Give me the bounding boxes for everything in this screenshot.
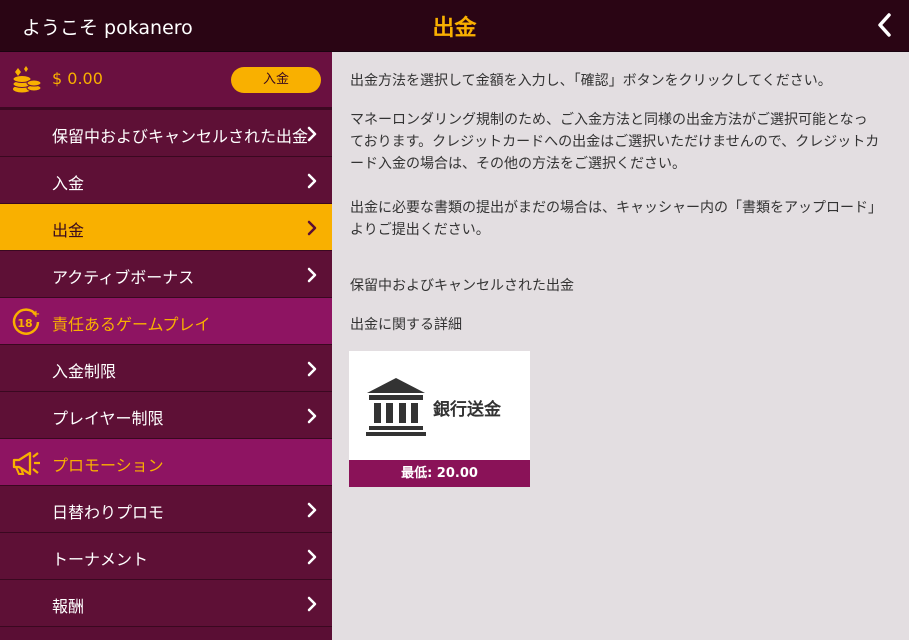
chevron-right-icon: [307, 267, 317, 283]
top-bar: ようこそ pokanero 出金: [0, 0, 909, 52]
sidebar-item-label: 入金制限: [52, 362, 117, 381]
sidebar-item-label: 報酬: [52, 597, 85, 616]
docs-notice: 出金に必要な書類の提出がまだの場合は、キャッシャー内の「書類をアップロード」より…: [350, 200, 875, 238]
svg-text:18: 18: [17, 317, 32, 330]
section-responsible-gaming: 18 + 責任あるゲームプレイ: [0, 298, 332, 345]
balance-row: $ 0.00 入金: [0, 52, 332, 110]
bank-icon: [366, 378, 426, 436]
svg-text:+: +: [32, 309, 40, 320]
sidebar-item-label: 日替わりプロモ: [52, 503, 165, 522]
chevron-right-icon: [307, 596, 317, 612]
sidebar-item-daily-promo[interactable]: 日替わりプロモ: [0, 486, 332, 533]
chevron-right-icon: [307, 173, 317, 189]
chevron-right-icon: [307, 502, 317, 518]
sidebar-item-player-limits[interactable]: プレイヤー制限: [0, 392, 332, 439]
chevron-right-icon: [307, 549, 317, 565]
payment-method-bank-transfer[interactable]: 銀行送金 最低: 20.00: [349, 351, 530, 487]
chevron-right-icon: [307, 361, 317, 377]
pending-withdrawals-link[interactable]: 保留中およびキャンセルされた出金: [350, 275, 574, 295]
main-content: 出金方法を選択して金額を入力し、「確認」ボタンをクリックしてください。 マネーロ…: [332, 52, 909, 640]
deposit-button[interactable]: 入金: [231, 67, 321, 93]
balance-amount: $ 0.00: [52, 69, 103, 88]
minimum-amount: 最低: 20.00: [349, 460, 530, 487]
chevron-right-icon: [307, 220, 317, 236]
section-promotions: プロモーション: [0, 439, 332, 486]
sidebar-item-withdraw[interactable]: 出金: [0, 204, 332, 251]
coins-icon: [12, 66, 42, 93]
chevron-right-icon: [307, 408, 317, 424]
section-label: 責任あるゲームプレイ: [52, 315, 211, 334]
megaphone-icon: [12, 451, 40, 476]
sidebar-item-rewards[interactable]: 報酬: [0, 580, 332, 627]
sidebar-item-deposit-limits[interactable]: 入金制限: [0, 345, 332, 392]
chevron-left-icon[interactable]: [870, 10, 900, 40]
payment-method-name: 銀行送金: [433, 400, 501, 420]
sidebar-item-deposit[interactable]: 入金: [0, 157, 332, 204]
sidebar: $ 0.00 入金 保留中およびキャンセルされた出金 入金 出金 アクティブボー…: [0, 52, 332, 640]
sidebar-item-label: 入金: [52, 174, 85, 193]
section-label: プロモーション: [52, 456, 164, 475]
sidebar-item-tournaments[interactable]: トーナメント: [0, 533, 332, 580]
sidebar-item-pending-withdrawals[interactable]: 保留中およびキャンセルされた出金: [0, 110, 332, 157]
sidebar-item-label: アクティブボーナス: [52, 268, 195, 287]
sidebar-item-label: 保留中およびキャンセルされた出金: [52, 127, 309, 146]
withdrawal-details-heading: 出金に関する詳細: [350, 317, 462, 333]
sidebar-item-label: プレイヤー制限: [52, 409, 164, 428]
sidebar-item-label: トーナメント: [52, 550, 149, 569]
age-18-icon: 18 +: [12, 308, 40, 335]
intro-text: 出金方法を選択して金額を入力し、「確認」ボタンをクリックしてください。: [350, 73, 832, 89]
sidebar-item-label: 出金: [52, 221, 85, 240]
page-title: 出金: [432, 16, 477, 41]
sidebar-item-active-bonus[interactable]: アクティブボーナス: [0, 251, 332, 298]
aml-notice: マネーロンダリング規制のため、ご入金方法と同様の出金方法がご選択可能となっており…: [350, 112, 880, 172]
chevron-right-icon: [307, 126, 317, 142]
